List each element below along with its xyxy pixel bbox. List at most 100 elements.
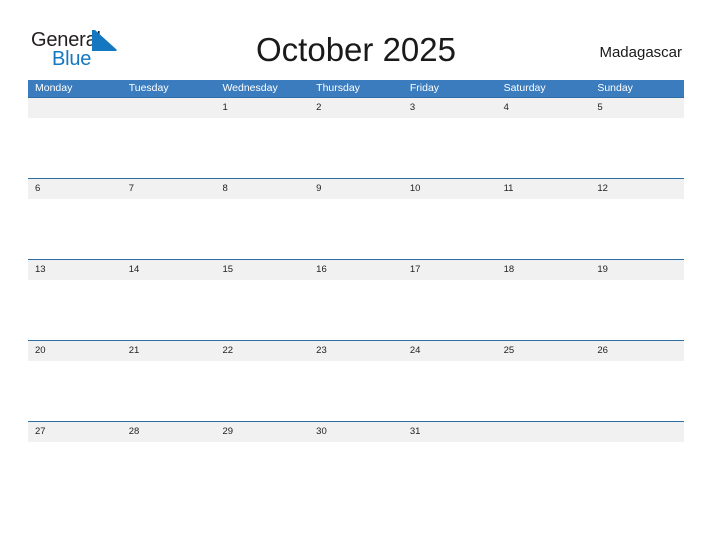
day-band bbox=[28, 179, 122, 199]
weekday-friday: Friday bbox=[409, 82, 440, 94]
day-cell[interactable]: 28 bbox=[121, 422, 216, 442]
day-cell[interactable]: 29 bbox=[215, 422, 310, 442]
day-number: 14 bbox=[128, 264, 140, 275]
day-cell[interactable]: 18 bbox=[496, 260, 591, 340]
calendar-grid: Monday Tuesday Wednesday Thursday Friday… bbox=[28, 80, 685, 442]
week-row: 27 28 29 30 31 bbox=[28, 421, 685, 442]
page-title: October 2025 bbox=[256, 31, 456, 68]
day-number: 5 bbox=[597, 102, 603, 113]
day-cell[interactable]: 27 bbox=[28, 422, 122, 442]
day-number: 16 bbox=[316, 264, 327, 275]
day-number: 12 bbox=[597, 183, 608, 194]
day-cell[interactable]: 30 bbox=[309, 422, 403, 442]
triangle-flag-icon bbox=[92, 30, 117, 51]
week-row: 1 2 3 4 5 bbox=[28, 97, 685, 178]
day-cell[interactable]: 13 bbox=[28, 260, 122, 340]
week-row: 13 14 15 16 17 18 19 bbox=[28, 259, 685, 340]
day-cell[interactable]: 20 bbox=[28, 341, 122, 421]
day-cell[interactable]: 2 bbox=[309, 98, 403, 178]
day-cell[interactable]: 25 bbox=[496, 341, 591, 421]
weekday-header-row: Monday Tuesday Wednesday Thursday Friday… bbox=[28, 80, 684, 97]
day-number: 18 bbox=[503, 264, 515, 275]
day-cell[interactable] bbox=[121, 98, 216, 178]
day-number: 23 bbox=[316, 345, 327, 356]
day-number: 19 bbox=[597, 264, 608, 275]
day-cell[interactable]: 19 bbox=[590, 260, 685, 340]
day-number: 10 bbox=[409, 183, 421, 194]
day-cell[interactable]: 10 bbox=[402, 179, 497, 259]
day-cell[interactable]: 3 bbox=[402, 98, 497, 178]
day-band bbox=[590, 422, 685, 442]
day-number: 7 bbox=[128, 183, 135, 194]
day-number: 25 bbox=[503, 345, 515, 356]
day-cell[interactable]: 7 bbox=[121, 179, 216, 259]
page-header: General Blue October 2025 Madagascar bbox=[0, 0, 712, 78]
day-band bbox=[309, 179, 403, 199]
day-cell[interactable]: 16 bbox=[309, 260, 403, 340]
general-blue-logo[interactable]: General Blue bbox=[31, 29, 141, 71]
day-cell[interactable]: 21 bbox=[121, 341, 216, 421]
day-cell[interactable]: 4 bbox=[496, 98, 591, 178]
day-number: 22 bbox=[222, 345, 234, 356]
day-band bbox=[496, 422, 591, 442]
calendar-page: General Blue October 2025 Madagascar Mon… bbox=[0, 0, 712, 550]
day-number: 15 bbox=[222, 264, 234, 275]
day-number: 30 bbox=[316, 426, 327, 437]
day-number: 4 bbox=[503, 102, 509, 113]
day-cell[interactable]: 9 bbox=[309, 179, 403, 259]
day-cell[interactable]: 26 bbox=[590, 341, 685, 421]
region-label: Madagascar bbox=[599, 44, 682, 61]
day-cell[interactable]: 6 bbox=[28, 179, 122, 259]
day-number: 20 bbox=[35, 345, 46, 356]
day-band bbox=[215, 179, 310, 199]
weekday-wednesday: Wednesday bbox=[222, 82, 278, 94]
day-number: 31 bbox=[409, 426, 421, 437]
day-cell[interactable]: 8 bbox=[215, 179, 310, 259]
day-number: 9 bbox=[316, 183, 322, 194]
day-number: 6 bbox=[35, 183, 41, 194]
day-cell[interactable] bbox=[496, 422, 591, 442]
day-cell[interactable] bbox=[28, 98, 122, 178]
day-number: 17 bbox=[409, 264, 421, 275]
day-number: 13 bbox=[35, 264, 46, 275]
day-cell[interactable]: 24 bbox=[402, 341, 497, 421]
day-cell[interactable]: 15 bbox=[215, 260, 310, 340]
day-number: 11 bbox=[503, 183, 514, 194]
day-number: 8 bbox=[222, 183, 228, 194]
day-cell[interactable]: 14 bbox=[121, 260, 216, 340]
day-band bbox=[402, 98, 497, 118]
day-number: 27 bbox=[35, 426, 46, 437]
logo-text-blue: Blue bbox=[52, 48, 92, 70]
day-band bbox=[121, 98, 216, 118]
day-cell[interactable]: 17 bbox=[402, 260, 497, 340]
weekday-saturday: Saturday bbox=[503, 82, 546, 94]
weekday-monday: Monday bbox=[35, 82, 73, 94]
day-cell[interactable]: 31 bbox=[402, 422, 497, 442]
day-number: 2 bbox=[316, 102, 322, 113]
weekday-sunday: Sunday bbox=[597, 82, 633, 94]
weekday-thursday: Thursday bbox=[316, 82, 360, 94]
day-cell[interactable]: 5 bbox=[590, 98, 685, 178]
week-row: 6 7 8 9 10 11 12 bbox=[28, 178, 685, 259]
day-cell[interactable]: 12 bbox=[590, 179, 685, 259]
day-number: 3 bbox=[409, 102, 416, 113]
day-number: 24 bbox=[409, 345, 421, 356]
day-band bbox=[215, 98, 310, 118]
day-number: 26 bbox=[597, 345, 608, 356]
day-number: 21 bbox=[128, 345, 140, 356]
day-cell[interactable] bbox=[590, 422, 685, 442]
day-number: 1 bbox=[222, 102, 228, 113]
day-cell[interactable]: 11 bbox=[496, 179, 591, 259]
day-number: 28 bbox=[128, 426, 140, 437]
day-band bbox=[309, 98, 403, 118]
day-cell[interactable]: 23 bbox=[309, 341, 403, 421]
week-row: 20 21 22 23 24 25 26 bbox=[28, 340, 685, 421]
day-band bbox=[496, 98, 591, 118]
day-cell[interactable]: 22 bbox=[215, 341, 310, 421]
day-band bbox=[121, 179, 216, 199]
day-number: 29 bbox=[222, 426, 234, 437]
weekday-tuesday: Tuesday bbox=[128, 82, 169, 94]
day-band bbox=[28, 98, 122, 118]
day-cell[interactable]: 1 bbox=[215, 98, 310, 178]
day-band bbox=[590, 98, 685, 118]
